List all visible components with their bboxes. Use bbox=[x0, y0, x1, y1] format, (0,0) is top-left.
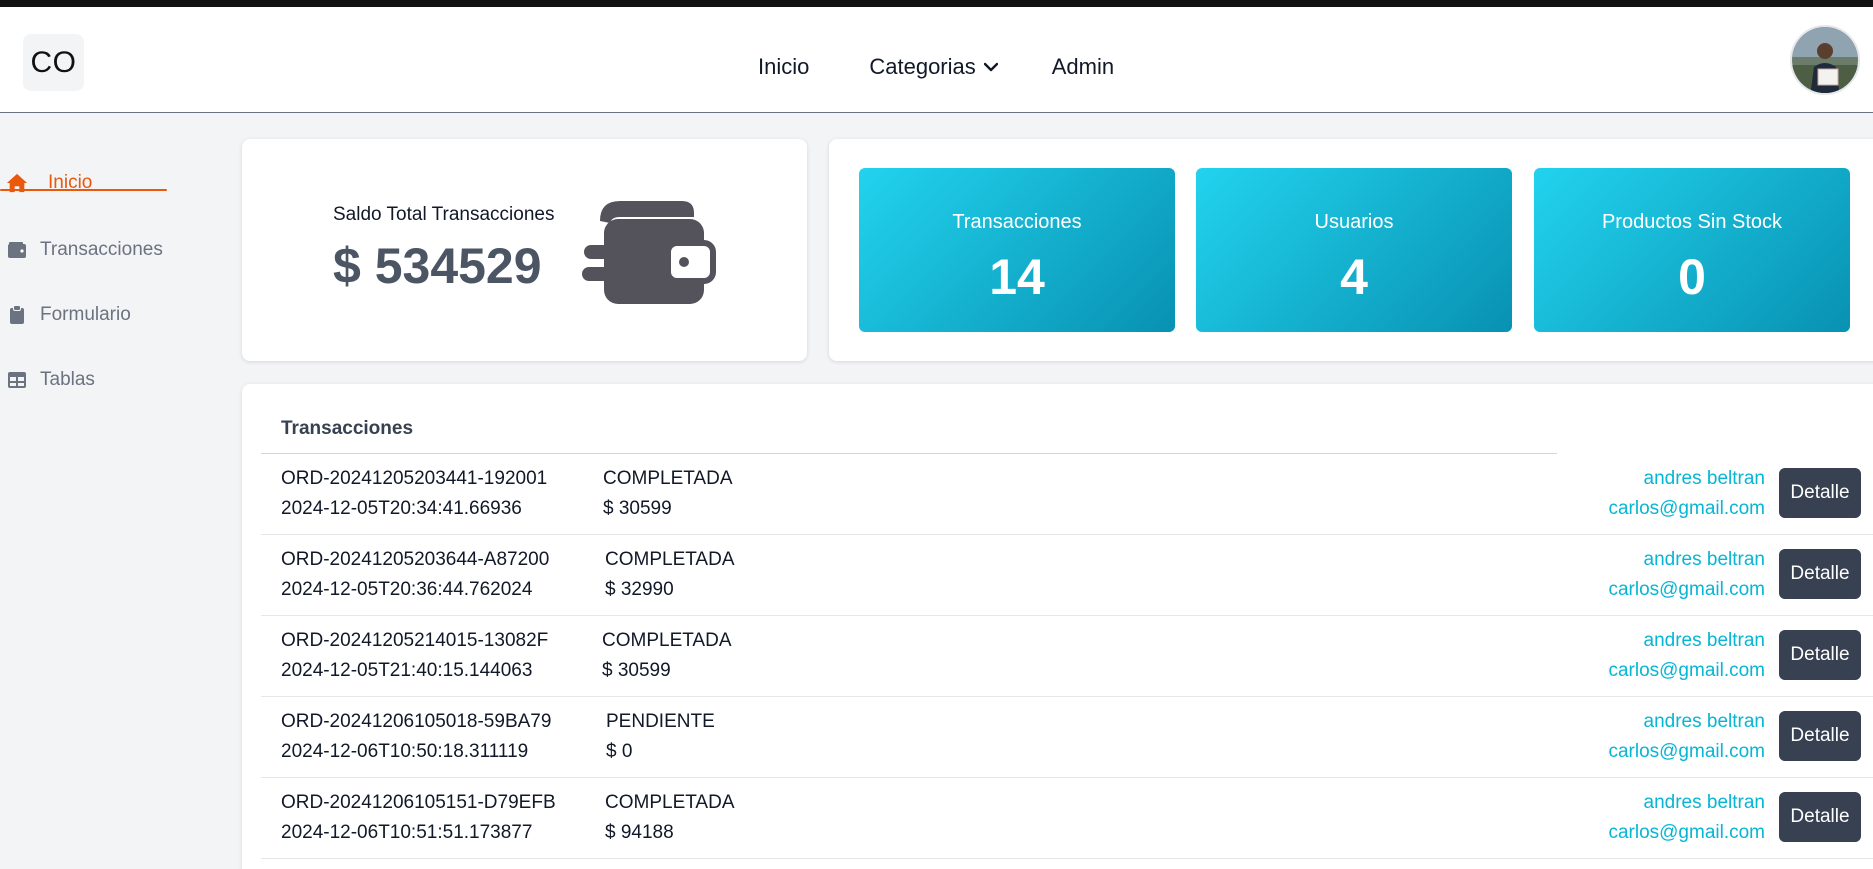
detalle-button[interactable]: Detalle bbox=[1779, 549, 1861, 599]
stat-value: 0 bbox=[1678, 249, 1706, 305]
nav-link-admin[interactable]: Admin bbox=[1052, 54, 1114, 80]
balance-label: Saldo Total Transacciones bbox=[333, 204, 555, 225]
order-customer: andres beltran carlos@gmail.com bbox=[1608, 788, 1765, 848]
detalle-button[interactable]: Detalle bbox=[1779, 630, 1861, 680]
order-id: ORD-20241205203644-A87200 bbox=[281, 549, 550, 570]
wallet-icon bbox=[582, 199, 717, 309]
transactions-table: Transacciones ORD-20241205203441-192001 … bbox=[242, 384, 1873, 869]
balance-card: Saldo Total Transacciones $ 534529 bbox=[242, 139, 807, 361]
order-amount: $ 30599 bbox=[602, 660, 671, 681]
customer-email[interactable]: carlos@gmail.com bbox=[1608, 737, 1765, 767]
order-customer: andres beltran carlos@gmail.com bbox=[1608, 464, 1765, 524]
order-date: 2024-12-05T20:34:41.66936 bbox=[281, 498, 522, 519]
balance-value: $ 534529 bbox=[333, 238, 542, 294]
wallet-icon bbox=[6, 239, 28, 261]
order-status: COMPLETADA bbox=[603, 468, 733, 489]
stat-productos-sin-stock: Productos Sin Stock 0 bbox=[1534, 168, 1850, 332]
order-customer: andres beltran carlos@gmail.com bbox=[1608, 626, 1765, 686]
avatar[interactable] bbox=[1790, 25, 1860, 95]
order-status-amount: COMPLETADA $ 30599 bbox=[602, 626, 732, 686]
order-id: ORD-20241206105018-59BA79 bbox=[281, 711, 552, 732]
sidebar-item-transacciones[interactable]: Transacciones bbox=[6, 239, 163, 261]
order-date: 2024-12-06T10:50:18.311119 bbox=[281, 741, 529, 762]
table-row: ORD-20241206105151-D79EFB 2024-12-06T10:… bbox=[261, 778, 1873, 859]
order-status-amount: COMPLETADA $ 32990 bbox=[605, 545, 735, 605]
table-title: Transacciones bbox=[281, 418, 414, 439]
customer-email[interactable]: carlos@gmail.com bbox=[1608, 494, 1765, 524]
order-info: ORD-20241205214015-13082F 2024-12-05T21:… bbox=[281, 626, 548, 686]
order-status: COMPLETADA bbox=[605, 549, 735, 570]
order-id: ORD-20241205214015-13082F bbox=[281, 630, 549, 651]
order-info: ORD-20241206105151-D79EFB 2024-12-06T10:… bbox=[281, 788, 556, 848]
nav-link-categorias-label: Categorias bbox=[869, 54, 976, 79]
order-date: 2024-12-05T21:40:15.144063 bbox=[281, 660, 533, 681]
detalle-button[interactable]: Detalle bbox=[1779, 468, 1861, 518]
order-id: ORD-20241206105151-D79EFB bbox=[281, 792, 556, 813]
detalle-button[interactable]: Detalle bbox=[1779, 792, 1861, 842]
order-amount: $ 30599 bbox=[603, 498, 672, 519]
nav-link-inicio[interactable]: Inicio bbox=[758, 54, 809, 80]
top-strip bbox=[0, 0, 1873, 7]
clipboard-icon bbox=[6, 304, 28, 326]
sidebar-item-label: Formulario bbox=[40, 304, 131, 325]
order-status: COMPLETADA bbox=[605, 792, 735, 813]
order-id: ORD-20241205203441-192001 bbox=[281, 468, 548, 489]
sidebar-item-label: Transacciones bbox=[40, 239, 163, 260]
order-status: PENDIENTE bbox=[606, 711, 715, 732]
stat-label: Productos Sin Stock bbox=[1601, 211, 1783, 233]
order-customer: andres beltran carlos@gmail.com bbox=[1608, 545, 1765, 605]
stat-value: 14 bbox=[989, 249, 1045, 305]
order-info: ORD-20241205203644-A87200 2024-12-05T20:… bbox=[281, 545, 549, 605]
detalle-button[interactable]: Detalle bbox=[1779, 711, 1861, 761]
table-icon bbox=[6, 369, 28, 391]
order-amount: $ 94188 bbox=[605, 822, 674, 843]
order-status: COMPLETADA bbox=[602, 630, 732, 651]
sidebar-item-formulario[interactable]: Formulario bbox=[6, 304, 131, 326]
chevron-down-icon bbox=[983, 62, 998, 72]
order-status-amount: COMPLETADA $ 94188 bbox=[605, 788, 735, 848]
sidebar-item-tablas[interactable]: Tablas bbox=[6, 369, 95, 391]
sidebar-item-label: Tablas bbox=[40, 369, 95, 390]
stat-label: Usuarios bbox=[1314, 211, 1394, 233]
customer-email[interactable]: carlos@gmail.com bbox=[1608, 818, 1765, 848]
stat-usuarios: Usuarios 4 bbox=[1196, 168, 1512, 332]
order-info: ORD-20241205203441-192001 2024-12-05T20:… bbox=[281, 464, 547, 524]
order-amount: $ 32990 bbox=[605, 579, 674, 600]
customer-email[interactable]: carlos@gmail.com bbox=[1608, 575, 1765, 605]
stat-transacciones: Transacciones 14 bbox=[859, 168, 1175, 332]
nav-link-categorias[interactable]: Categorias bbox=[869, 54, 998, 80]
main-nav: Inicio Categorias Admin bbox=[758, 47, 1114, 87]
table-row: ORD-20241205203644-A87200 2024-12-05T20:… bbox=[261, 535, 1873, 616]
order-status-amount: PENDIENTE $ 0 bbox=[606, 707, 715, 767]
order-date: 2024-12-06T10:51:51.173877 bbox=[281, 822, 533, 843]
table-row: ORD-20241205214015-13082F 2024-12-05T21:… bbox=[261, 616, 1873, 697]
active-indicator bbox=[0, 189, 167, 191]
customer-email[interactable]: carlos@gmail.com bbox=[1608, 656, 1765, 686]
order-date: 2024-12-05T20:36:44.762024 bbox=[281, 579, 533, 600]
stats-card: Transacciones 14 Usuarios 4 Productos Si… bbox=[829, 139, 1873, 361]
navbar: CO Inicio Categorias Admin bbox=[0, 7, 1873, 113]
customer-name[interactable]: andres beltran bbox=[1608, 707, 1765, 737]
order-status-amount: COMPLETADA $ 30599 bbox=[603, 464, 733, 524]
stat-value: 4 bbox=[1340, 249, 1368, 305]
customer-name[interactable]: andres beltran bbox=[1608, 545, 1765, 575]
table-row: ORD-20241206105018-59BA79 2024-12-06T10:… bbox=[261, 697, 1873, 778]
order-customer: andres beltran carlos@gmail.com bbox=[1608, 707, 1765, 767]
stat-label: Transacciones bbox=[952, 211, 1082, 233]
sidebar: Inicio Transacciones Formulario Tablas bbox=[0, 114, 230, 869]
customer-name[interactable]: andres beltran bbox=[1608, 788, 1765, 818]
logo[interactable]: CO bbox=[23, 34, 84, 91]
customer-name[interactable]: andres beltran bbox=[1608, 464, 1765, 494]
customer-name[interactable]: andres beltran bbox=[1608, 626, 1765, 656]
order-amount: $ 0 bbox=[606, 741, 633, 762]
table-row: ORD-20241205203441-192001 2024-12-05T20:… bbox=[261, 454, 1873, 535]
order-info: ORD-20241206105018-59BA79 2024-12-06T10:… bbox=[281, 707, 551, 767]
